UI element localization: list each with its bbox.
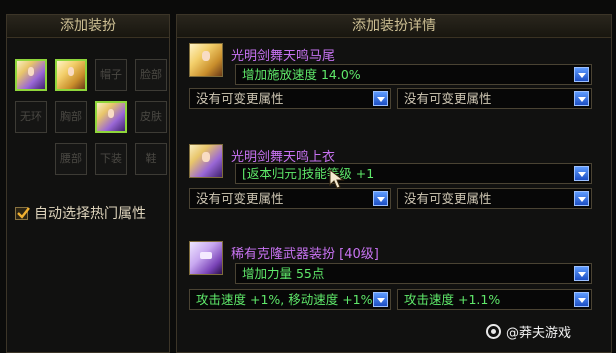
- item-icon-ponytail[interactable]: [189, 43, 223, 77]
- weapon-avatar-icon: [190, 242, 222, 274]
- main-attribute-dropdown[interactable]: 增加力量 55点: [235, 263, 592, 284]
- item-name: 稀有克隆武器装扮 [40级]: [231, 247, 379, 262]
- sub-attribute-dropdown-2[interactable]: 没有可变更属性: [397, 88, 592, 109]
- watermark: @莽夫游戏: [486, 322, 571, 341]
- slot-ring[interactable]: 无环: [15, 101, 47, 133]
- blonde-hair-avatar-icon: [190, 44, 222, 76]
- blonde-avatar-icon: [57, 61, 85, 89]
- add-avatar-title: 添加装扮: [7, 15, 169, 38]
- sub-attribute-dropdown-2[interactable]: 攻击速度 +1.1%: [397, 289, 592, 310]
- purple-coat-icon: [97, 103, 125, 131]
- dropdown-arrow-icon[interactable]: [574, 91, 589, 106]
- dropdown-arrow-icon[interactable]: [373, 91, 388, 106]
- slot-face[interactable]: 脸部: [135, 59, 167, 91]
- dropdown-arrow-icon[interactable]: [574, 67, 589, 82]
- sub-attribute-dropdown-2[interactable]: 没有可变更属性: [397, 188, 592, 209]
- main-attribute-dropdown[interactable]: 增加施放速度 14.0%: [235, 64, 592, 85]
- main-attribute-dropdown[interactable]: [返本归元]技能等级 +1: [235, 163, 592, 184]
- dropdown-arrow-icon[interactable]: [373, 191, 388, 206]
- slot-pants[interactable]: 下装: [95, 143, 127, 175]
- purple-avatar-icon: [17, 61, 45, 89]
- slot-skin[interactable]: 皮肤: [135, 101, 167, 133]
- sub-attribute-dropdown-1[interactable]: 没有可变更属性: [189, 188, 391, 209]
- mouse-cursor-icon: [329, 168, 345, 189]
- slot-shoes[interactable]: 鞋: [135, 143, 167, 175]
- auto-select-hot-attributes[interactable]: 自动选择热门属性: [15, 203, 146, 223]
- item-icon-weapon[interactable]: [189, 241, 223, 275]
- auto-select-label: 自动选择热门属性: [34, 206, 146, 222]
- avatar-detail-title: 添加装扮详情: [177, 15, 611, 38]
- purple-coat-avatar-icon: [190, 145, 222, 177]
- dropdown-arrow-icon[interactable]: [574, 166, 589, 181]
- avatar-slot-coat[interactable]: [95, 101, 127, 133]
- avatar-slot-purple[interactable]: [15, 59, 47, 91]
- sub-attribute-dropdown-1[interactable]: 没有可变更属性: [189, 88, 391, 109]
- dropdown-arrow-icon[interactable]: [574, 292, 589, 307]
- watermark-logo-icon: [486, 324, 501, 339]
- avatar-detail-panel: 添加装扮详情 光明剑舞天鸣马尾 增加施放速度 14.0% 没有可变更属性 没有可…: [176, 14, 612, 353]
- dropdown-arrow-icon[interactable]: [574, 191, 589, 206]
- dropdown-arrow-icon[interactable]: [574, 266, 589, 281]
- auto-select-checkbox[interactable]: [15, 206, 30, 220]
- avatar-slot-blonde[interactable]: [55, 59, 87, 91]
- slot-hat[interactable]: 帽子: [95, 59, 127, 91]
- sub-attribute-dropdown-1[interactable]: 攻击速度 +1%, 移动速度 +1%: [189, 289, 391, 310]
- dropdown-arrow-icon[interactable]: [373, 292, 388, 307]
- slot-waist[interactable]: 腰部: [55, 143, 87, 175]
- add-avatar-panel: 添加装扮 帽子 脸部 无环 胸部 皮肤 腰部 下装 鞋 自动选择热门属性: [6, 14, 170, 353]
- slot-chest[interactable]: 胸部: [55, 101, 87, 133]
- watermark-text: @莽夫游戏: [506, 326, 572, 341]
- item-name: 光明剑舞天鸣马尾: [231, 49, 336, 64]
- item-icon-coat[interactable]: [189, 144, 223, 178]
- checkmark-icon: [17, 206, 30, 219]
